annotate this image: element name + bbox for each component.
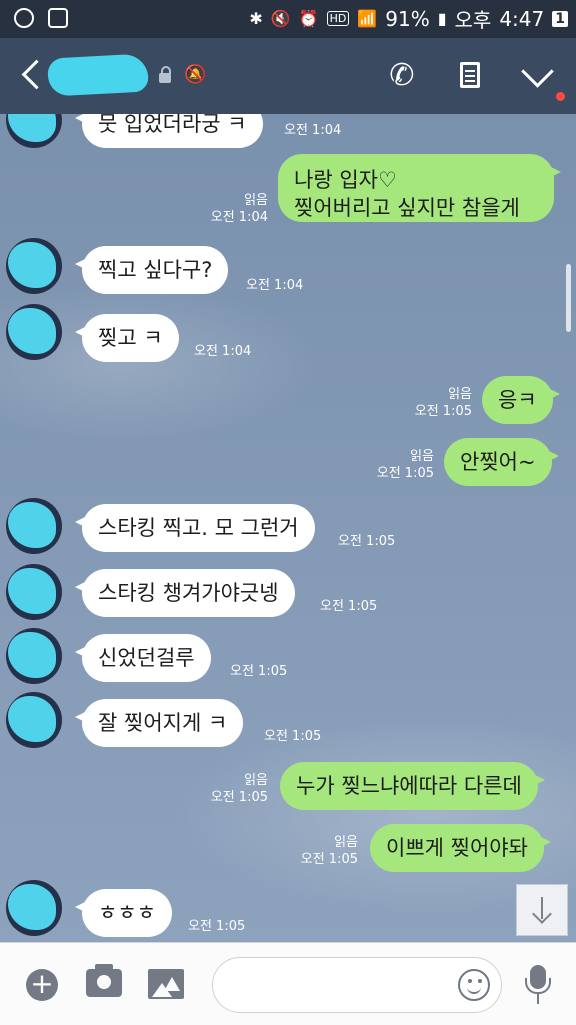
read-receipt: 읽음 — [334, 835, 358, 850]
chat-header: 🔕 ✆ — [0, 38, 576, 114]
message-bubble-received[interactable]: ㅎㅎㅎ — [75, 889, 172, 937]
avatar[interactable] — [6, 880, 62, 936]
avatar[interactable] — [6, 238, 62, 294]
plus-icon[interactable]: + — [26, 969, 58, 1001]
chat-message-list[interactable]: 뭇 입었더라궁 ㅋ 오전 1:04 나랑 입자♡ 찢어버리고 싶지만 참을게 읽… — [0, 114, 576, 942]
call-button[interactable]: ✆ — [380, 54, 424, 98]
message-meta: 읽음 오전 1:05 — [377, 448, 434, 482]
message-bubble-received[interactable]: 스타킹 챙겨가야긋넹 — [75, 569, 295, 617]
emoji-icon[interactable] — [458, 969, 490, 1001]
message-time: 오전 1:05 — [264, 729, 322, 744]
message-text-line: 찢어버리고 싶지만 참을게 — [294, 196, 520, 220]
hd-voice-icon: HD — [326, 11, 350, 26]
message-bubble-received[interactable]: 찍고 싶다구? — [74, 246, 229, 294]
new-indicator-dot — [556, 92, 565, 101]
message-bubble-received[interactable]: 찢고 ㅋ — [75, 314, 179, 362]
avatar[interactable] — [6, 114, 62, 148]
message-time: 오전 1:05 — [320, 599, 378, 614]
scrollbar[interactable] — [566, 264, 571, 332]
message-bubble-received[interactable]: 신었던걸루 — [75, 634, 211, 682]
message-bubble-sent[interactable]: 누가 찢느냐에따라 다른데 — [280, 762, 545, 810]
gallery-notification-icon — [48, 8, 68, 28]
back-button[interactable] — [18, 56, 48, 96]
message-bubble-received[interactable]: 뭇 입었더라궁 ㅋ — [75, 114, 263, 148]
battery-icon: ▮ — [437, 9, 447, 28]
message-meta: 읽음 오전 1:05 — [211, 772, 268, 806]
mic-icon[interactable] — [525, 965, 551, 1004]
wifi-icon: 📶 — [357, 9, 378, 28]
message-meta: 읽음 오전 1:05 — [301, 834, 358, 868]
phone-icon: ✆ — [389, 58, 415, 93]
message-time: 오전 1:04 — [210, 210, 268, 225]
app-notification-icon — [14, 8, 34, 28]
avatar[interactable] — [6, 498, 62, 554]
message-bubble-sent[interactable]: 응ㅋ — [482, 376, 560, 424]
avatar[interactable] — [6, 692, 62, 748]
message-bubble-sent[interactable]: 이쁘게 찢어야돠 — [370, 824, 551, 872]
read-receipt: 읽음 — [410, 449, 434, 464]
menu-dropdown-button[interactable] — [516, 54, 560, 98]
message-time: 오전 1:04 — [194, 344, 252, 359]
message-time: 오전 1:05 — [338, 534, 396, 549]
avatar[interactable] — [6, 564, 62, 620]
notes-button[interactable] — [448, 54, 492, 98]
message-meta: 읽음 오전 1:04 — [211, 192, 268, 226]
message-time: 오전 1:05 — [300, 852, 358, 867]
message-meta: 읽음 오전 1:05 — [415, 386, 472, 420]
message-time: 오전 1:05 — [414, 404, 472, 419]
message-time: 오전 1:04 — [246, 278, 304, 293]
message-text-line: 나랑 입자♡ — [294, 168, 397, 192]
read-receipt: 읽음 — [244, 773, 268, 788]
mute-icon: 🔕 — [184, 64, 207, 85]
message-input-bar: + — [0, 942, 576, 1025]
avatar[interactable] — [6, 628, 62, 684]
message-time: 오전 1:05 — [210, 790, 268, 805]
message-bubble-received[interactable]: 잘 찢어지게 ㅋ — [74, 699, 244, 747]
message-time: 오전 1:05 — [376, 466, 434, 481]
notification-count-badge: 1 — [552, 10, 568, 27]
lock-icon — [158, 66, 172, 83]
read-receipt: 읽음 — [448, 387, 472, 402]
scroll-down-button[interactable] — [516, 884, 568, 936]
message-time: 오전 1:04 — [284, 123, 342, 138]
alarm-icon: ⏰ — [298, 9, 319, 28]
battery-percent: 91% — [385, 6, 430, 31]
image-icon[interactable] — [148, 969, 184, 999]
message-time: 오전 1:05 — [230, 664, 288, 679]
clock-time: 4:47 — [499, 6, 545, 31]
document-line — [465, 75, 475, 77]
document-line — [465, 70, 475, 72]
message-time: 오전 1:05 — [188, 919, 246, 934]
bluetooth-icon: ✱ — [249, 9, 263, 28]
read-receipt: 읽음 — [244, 193, 268, 208]
clock-ampm: 오후 — [454, 8, 492, 32]
message-bubble-received[interactable]: 스타킹 찍고. 모 그런거 — [75, 504, 315, 552]
message-bubble-sent[interactable]: 나랑 입자♡ 찢어버리고 싶지만 참을게 — [278, 154, 561, 222]
contact-name-redacted — [47, 53, 149, 97]
camera-icon[interactable] — [86, 964, 122, 997]
document-line — [465, 80, 475, 82]
message-bubble-sent[interactable]: 안찢어~ — [444, 438, 559, 486]
status-bar: ✱ 🔇 ⏰ HD 📶 91% ▮ 오후 4:47 1 — [0, 0, 576, 38]
vibrate-mute-icon: 🔇 — [270, 9, 291, 28]
avatar[interactable] — [6, 304, 62, 360]
